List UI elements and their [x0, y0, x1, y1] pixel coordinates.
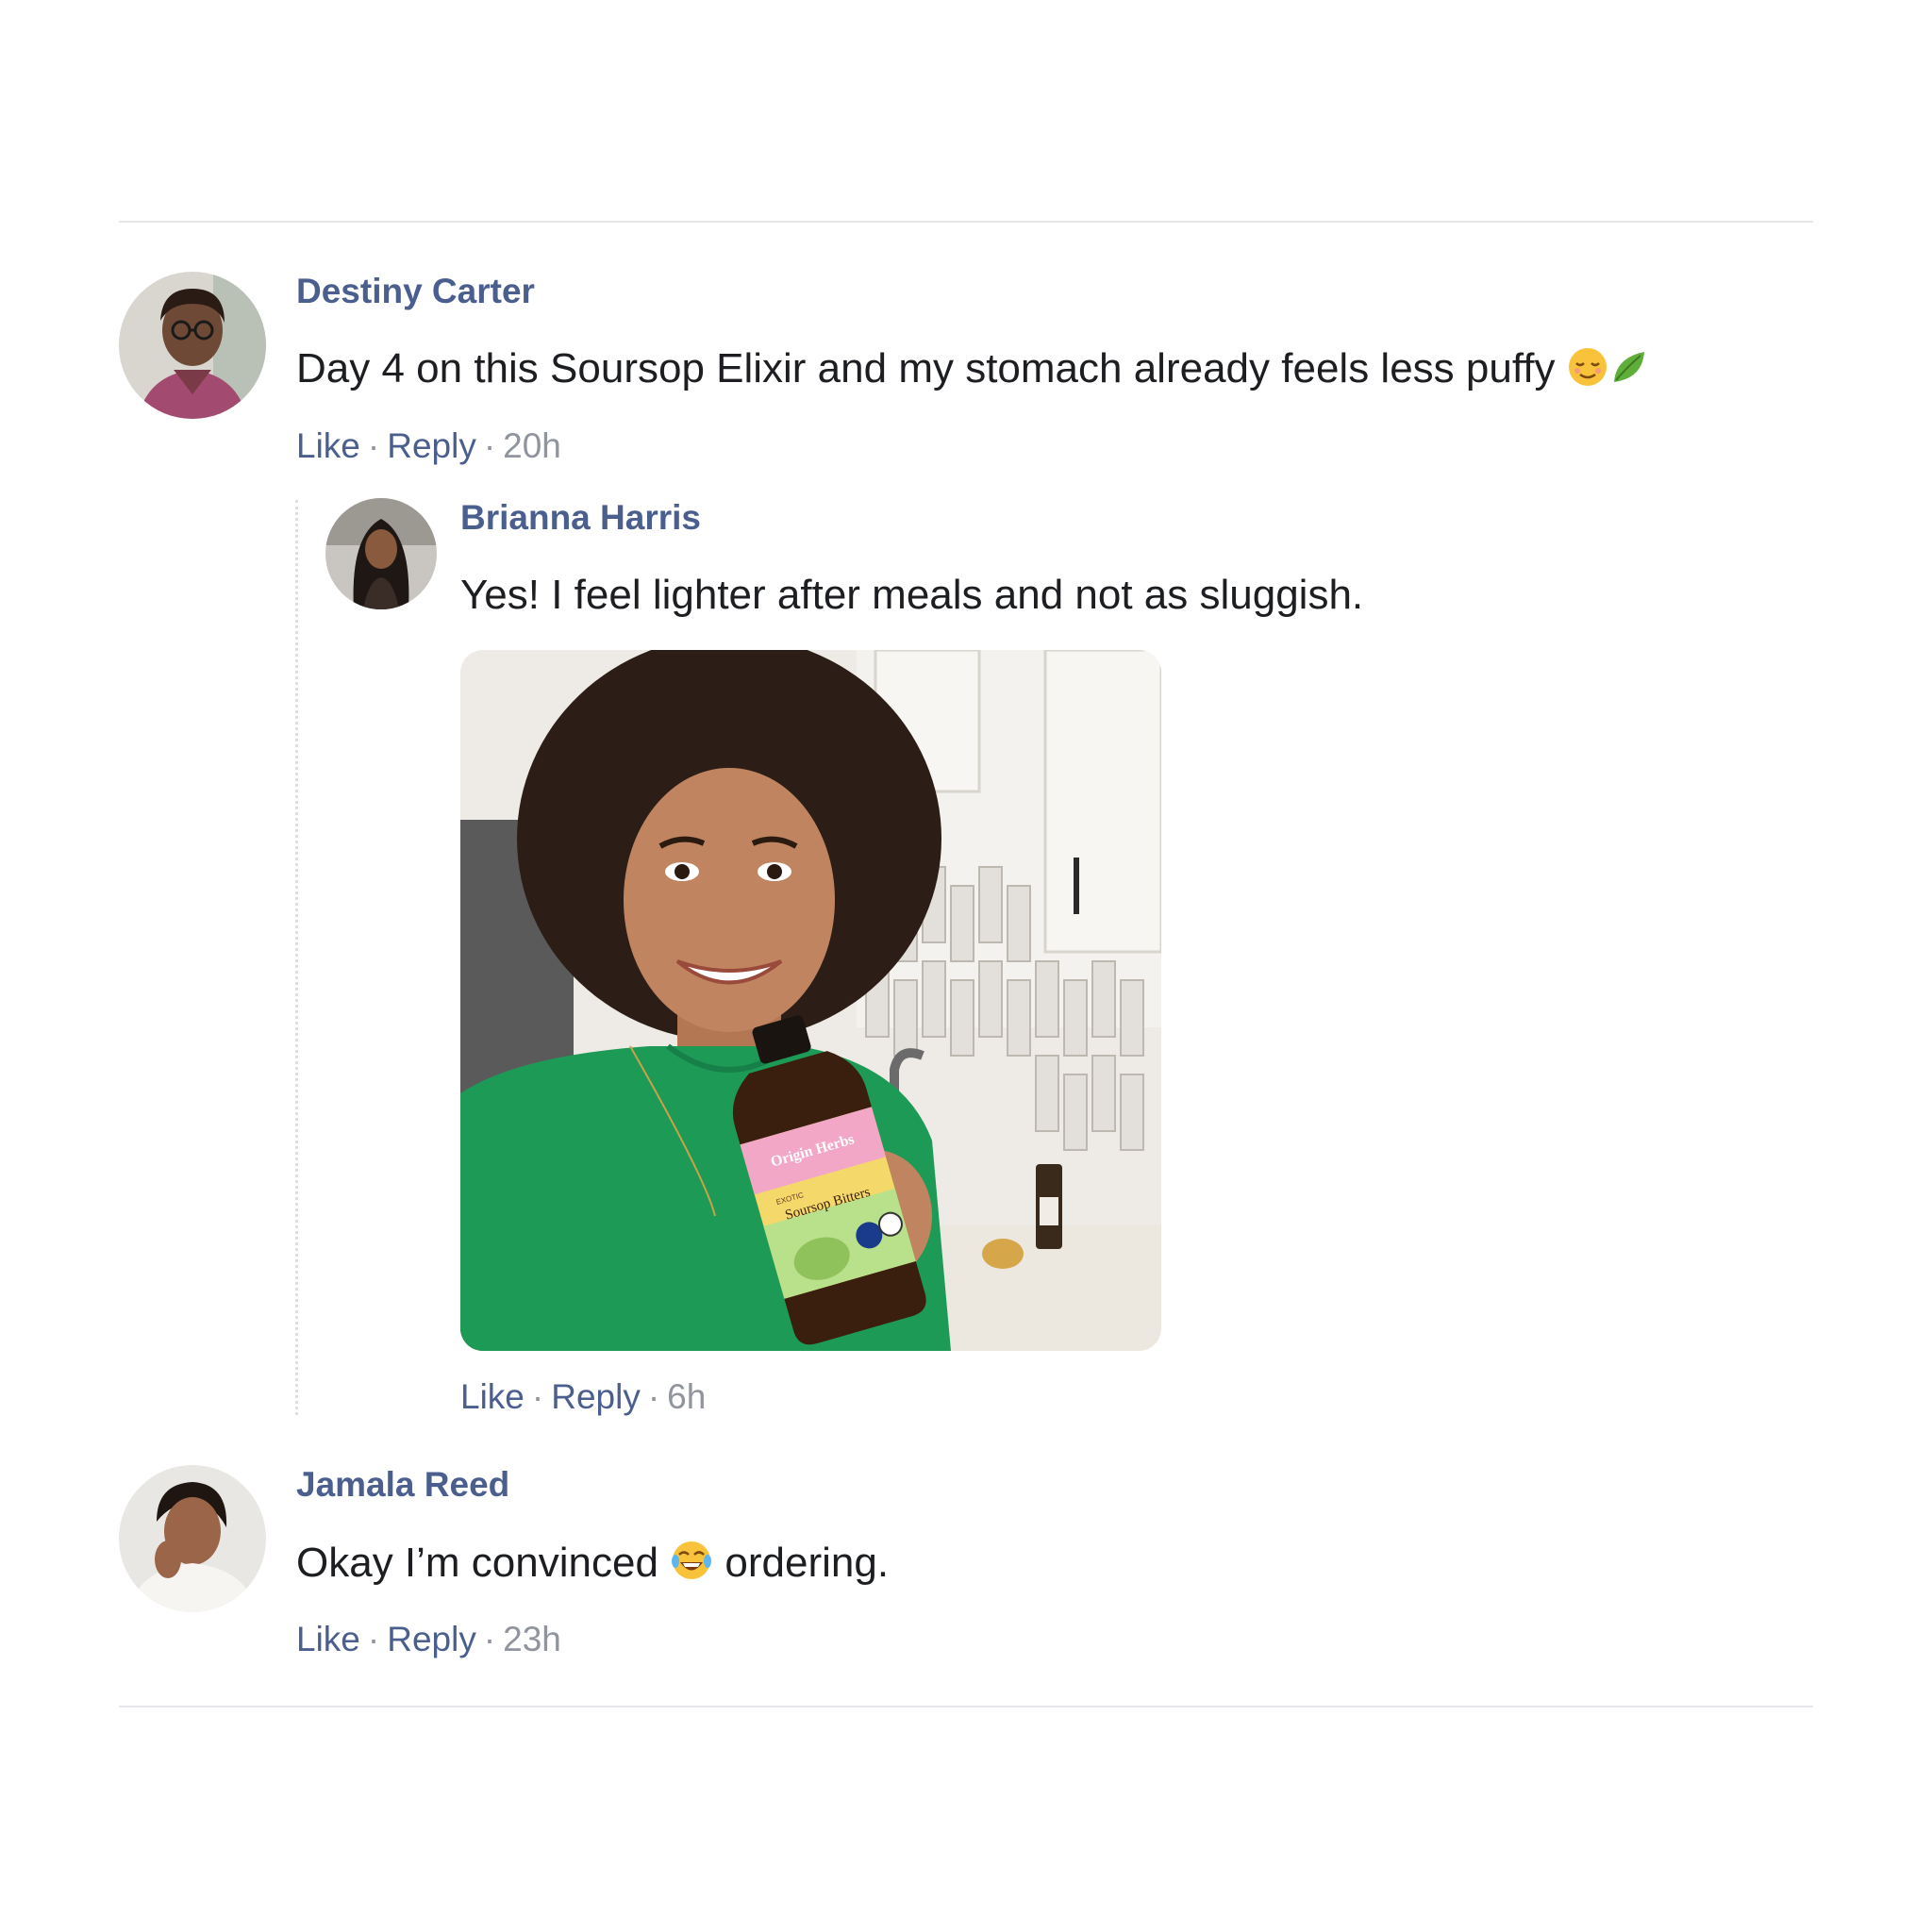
relieved-face-emoji: [1567, 346, 1608, 398]
comment-author[interactable]: Destiny Carter: [296, 272, 535, 311]
comment-actions: Like · Reply · 23h: [296, 1620, 561, 1659]
timestamp: 6h: [667, 1377, 707, 1416]
avatar[interactable]: [119, 1465, 266, 1612]
separator-dot: ·: [647, 1377, 660, 1416]
reply-button[interactable]: Reply: [551, 1377, 641, 1416]
separator-dot: ·: [367, 1620, 380, 1658]
comment-text-after: ordering.: [724, 1540, 890, 1586]
comments-page: Destiny Carter Day 4 on this Soursop Eli…: [0, 0, 1932, 1932]
leaf-emoji: [1608, 346, 1650, 398]
timestamp: 20h: [503, 426, 561, 465]
comment-author[interactable]: Jamala Reed: [296, 1465, 509, 1505]
comment-text-content: Day 4 on this Soursop Elixir and my stom…: [296, 345, 1556, 391]
separator-dot: ·: [483, 1620, 496, 1658]
tears-of-joy-emoji: [670, 1539, 713, 1592]
like-button[interactable]: Like: [460, 1377, 525, 1416]
comment-text-before: Okay I’m convinced: [296, 1540, 658, 1586]
top-divider: [119, 221, 1813, 223]
separator-dot: ·: [367, 426, 380, 465]
separator-dot: ·: [483, 426, 496, 465]
reply-thread-line: [295, 500, 298, 1415]
avatar[interactable]: [325, 498, 437, 609]
like-button[interactable]: Like: [296, 426, 360, 465]
reply-text: Yes! I feel lighter after meals and not …: [460, 572, 1364, 618]
reply-actions: Like · Reply · 6h: [460, 1377, 706, 1417]
comment-text: Okay I’m convinced ordering.: [296, 1539, 889, 1592]
bottom-divider: [119, 1706, 1813, 1707]
like-button[interactable]: Like: [296, 1620, 360, 1658]
comment-actions: Like · Reply · 20h: [296, 426, 561, 466]
separator-dot: ·: [531, 1377, 544, 1416]
reply-author[interactable]: Brianna Harris: [460, 498, 701, 538]
timestamp: 23h: [503, 1620, 561, 1658]
reply-photo[interactable]: Origin Herbs EXOTIC Soursop Bitters: [460, 650, 1161, 1351]
comment-text: Day 4 on this Soursop Elixir and my stom…: [296, 345, 1650, 398]
avatar[interactable]: [119, 272, 266, 419]
reply-button[interactable]: Reply: [387, 426, 476, 465]
reply-button[interactable]: Reply: [387, 1620, 476, 1658]
